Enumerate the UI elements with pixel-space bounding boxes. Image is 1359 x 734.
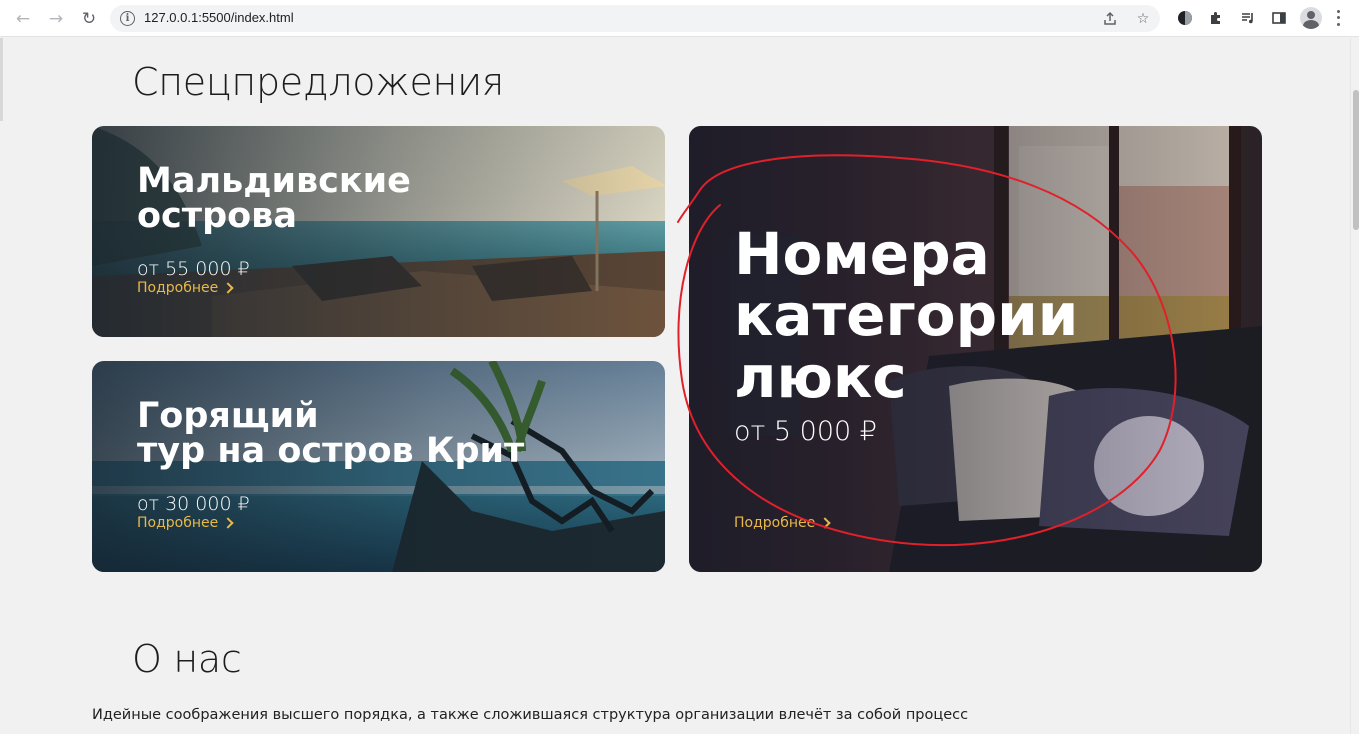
more-link[interactable]: Подробнее xyxy=(137,515,234,531)
address-bar[interactable]: i 127.0.0.1:5500/index.html ☆ xyxy=(110,5,1160,32)
more-link-label[interactable]: Подробнее xyxy=(734,515,815,531)
star-icon[interactable]: ☆ xyxy=(1133,9,1153,29)
forward-arrow-icon[interactable]: → xyxy=(44,7,68,31)
more-link[interactable]: Подробнее xyxy=(734,515,831,531)
theme-extension-icon[interactable] xyxy=(1174,7,1196,29)
scrollbar-thumb[interactable] xyxy=(1353,90,1359,230)
card-price: от 30 000 ₽ xyxy=(137,493,250,515)
media-queue-icon[interactable] xyxy=(1237,7,1259,29)
card-title: Мальдивские острова xyxy=(137,164,411,234)
chevron-right-icon xyxy=(222,517,234,529)
card-price: от 5 000 ₽ xyxy=(734,416,877,447)
more-link-label[interactable]: Подробнее xyxy=(137,280,218,296)
window-edge xyxy=(0,38,3,121)
card-title-line: категории xyxy=(734,281,1079,350)
card-title-line: Номера xyxy=(734,220,990,288)
kebab-menu-icon[interactable] xyxy=(1333,8,1343,28)
card-title-line: Мальдивские xyxy=(137,161,411,201)
scrollbar[interactable] xyxy=(1350,38,1359,734)
card-title-line: люкс xyxy=(734,342,907,411)
url-text[interactable]: 127.0.0.1:5500/index.html xyxy=(144,10,294,25)
browser-toolbar: ← → ↻ i 127.0.0.1:5500/index.html ☆ xyxy=(0,0,1359,37)
card-title-line: острова xyxy=(137,196,297,236)
chevron-right-icon xyxy=(819,517,831,529)
reload-icon[interactable]: ↻ xyxy=(77,7,101,31)
card-price: от 55 000 ₽ xyxy=(137,258,250,280)
offer-card-crete[interactable]: Горящий тур на остров Крит от 30 000 ₽ П… xyxy=(92,361,665,572)
profile-avatar-icon[interactable] xyxy=(1300,7,1322,29)
card-title: Номера категории люкс xyxy=(734,220,1079,411)
card-title-line: Горящий xyxy=(137,396,319,436)
about-text: Идейные соображения высшего порядка, а т… xyxy=(92,707,969,723)
card-title: Горящий тур на остров Крит xyxy=(137,399,524,469)
puzzle-icon[interactable] xyxy=(1205,7,1227,29)
chevron-right-icon xyxy=(222,282,234,294)
share-icon[interactable] xyxy=(1100,9,1120,29)
more-link-label[interactable]: Подробнее xyxy=(137,515,218,531)
about-title: О нас xyxy=(132,637,242,681)
side-panel-icon[interactable] xyxy=(1268,7,1290,29)
back-arrow-icon[interactable]: ← xyxy=(11,7,35,31)
more-link[interactable]: Подробнее xyxy=(137,280,234,296)
card-title-line: тур на остров Крит xyxy=(137,431,525,471)
specials-title: Спецпредложения xyxy=(132,60,504,104)
info-icon[interactable]: i xyxy=(120,11,135,26)
offer-card-maldives[interactable]: Мальдивские острова от 55 000 ₽ Подробне… xyxy=(92,126,665,337)
offer-card-lux-rooms[interactable]: Номера категории люкс от 5 000 ₽ Подробн… xyxy=(689,126,1262,572)
